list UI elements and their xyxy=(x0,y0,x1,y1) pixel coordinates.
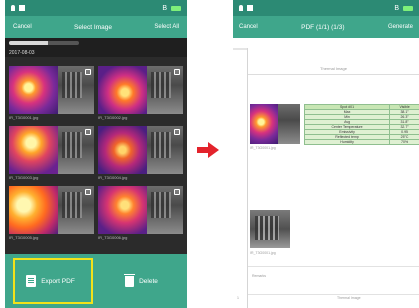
thermal-thumbnail xyxy=(98,126,148,174)
checkbox-icon[interactable] xyxy=(85,69,91,75)
status-bar: B xyxy=(233,0,419,16)
location-icon xyxy=(11,5,15,11)
table-label-cell: Humidity xyxy=(303,139,391,145)
image-caption: IR_T3G0006.jpg xyxy=(98,235,128,240)
checkbox-icon[interactable] xyxy=(85,189,91,195)
cancel-button[interactable]: Cancel xyxy=(239,24,258,30)
right-arrow-icon xyxy=(197,142,219,158)
pdf-page-header: Thermal Image xyxy=(320,66,347,71)
thermal-thumbnail xyxy=(250,104,278,144)
select-image-screen: B Cancel Select Image Select All 2017-08… xyxy=(5,0,187,308)
comparison-stage: B Cancel Select Image Select All 2017-08… xyxy=(0,0,419,308)
image-tile[interactable]: IR_T3G0006.jpg xyxy=(98,186,183,242)
date-header: 2017-08-03 xyxy=(5,48,187,57)
pdf-preview-screen: B Cancel PDF (1/1) (1/3) Generate Therma… xyxy=(233,0,419,308)
remarks-label: Remarks xyxy=(252,274,267,278)
image-caption: IR_T3G0003.jpg xyxy=(9,175,39,180)
image-caption: IR_T3G0001.jpg xyxy=(9,115,39,120)
location-icon xyxy=(239,5,243,11)
divider xyxy=(248,74,419,75)
battery-icon xyxy=(171,5,181,11)
generate-button[interactable]: Generate xyxy=(388,24,413,30)
pdf-visible-image xyxy=(250,210,290,248)
divider xyxy=(248,294,419,295)
app-bar: Cancel PDF (1/1) (1/3) Generate xyxy=(233,16,419,38)
image-tile[interactable]: IR_T3G0001.jpg xyxy=(9,66,94,122)
thermal-thumbnail xyxy=(98,66,148,114)
page-title: PDF (1/1) (1/3) xyxy=(301,23,345,31)
image-tile[interactable]: IR_T3G0004.jpg xyxy=(98,126,183,182)
image-grid: IR_T3G0001.jpg IR_T3G0002.jpg IR_T3G0003… xyxy=(9,66,183,242)
image-caption: IR_T3G0001.jpg xyxy=(250,146,276,150)
sim-icon xyxy=(247,5,253,11)
app-bar: Cancel Select Image Select All xyxy=(5,16,187,38)
status-bar: B xyxy=(5,0,187,16)
export-highlight-box xyxy=(13,258,93,304)
image-caption: IR_T3G0002.jpg xyxy=(98,115,128,120)
thermal-thumbnail xyxy=(9,126,59,174)
image-tile[interactable]: IR_T3G0005.jpg xyxy=(9,186,94,242)
page-number: 1 xyxy=(237,296,239,300)
measurement-table: Spot #01 Visible Max 38.1° Min 26.3° Avg 31.8° C… xyxy=(303,104,419,145)
image-caption: IR_T3G0005.jpg xyxy=(9,235,39,240)
table-row: Humidity 70% xyxy=(303,139,419,145)
table-value-cell: 70% xyxy=(389,139,419,145)
footer-title: Thermal Image xyxy=(337,296,361,300)
delete-label: Delete xyxy=(139,277,158,285)
page-title: Select Image xyxy=(74,23,112,31)
battery-icon xyxy=(403,5,413,11)
photo-thumbnail xyxy=(277,104,300,144)
thermal-thumbnail xyxy=(98,186,148,234)
network-indicator: B xyxy=(162,4,167,12)
sim-icon xyxy=(19,5,25,11)
thermal-thumbnail xyxy=(9,66,59,114)
pdf-page: Thermal Image IR_T3G0001.jpg Spot #01 Vis… xyxy=(247,48,419,308)
checkbox-icon[interactable] xyxy=(174,69,180,75)
checkbox-icon[interactable] xyxy=(85,129,91,135)
thermal-thumbnail xyxy=(9,186,59,234)
page-gutter xyxy=(233,48,247,50)
pdf-thermal-image xyxy=(250,104,300,144)
divider xyxy=(248,266,419,267)
document-icon xyxy=(26,275,37,287)
image-caption: IR_T3G0004.jpg xyxy=(98,175,128,180)
progress-row xyxy=(5,38,187,48)
delete-button[interactable]: Delete xyxy=(96,254,187,308)
image-tile[interactable]: IR_T3G0003.jpg xyxy=(9,126,94,182)
checkbox-icon[interactable] xyxy=(174,189,180,195)
cancel-button[interactable]: Cancel xyxy=(13,24,32,30)
progress-bar xyxy=(9,41,79,45)
trash-icon xyxy=(124,273,136,287)
checkbox-icon[interactable] xyxy=(174,129,180,135)
progress-fill xyxy=(9,41,48,45)
image-tile[interactable]: IR_T3G0002.jpg xyxy=(98,66,183,122)
image-caption: IR_T3G0001.jpg xyxy=(250,251,276,255)
select-all-button[interactable]: Select All xyxy=(154,24,179,30)
bottom-action-bar: Export PDF Delete xyxy=(5,254,187,308)
network-indicator: B xyxy=(394,4,399,12)
